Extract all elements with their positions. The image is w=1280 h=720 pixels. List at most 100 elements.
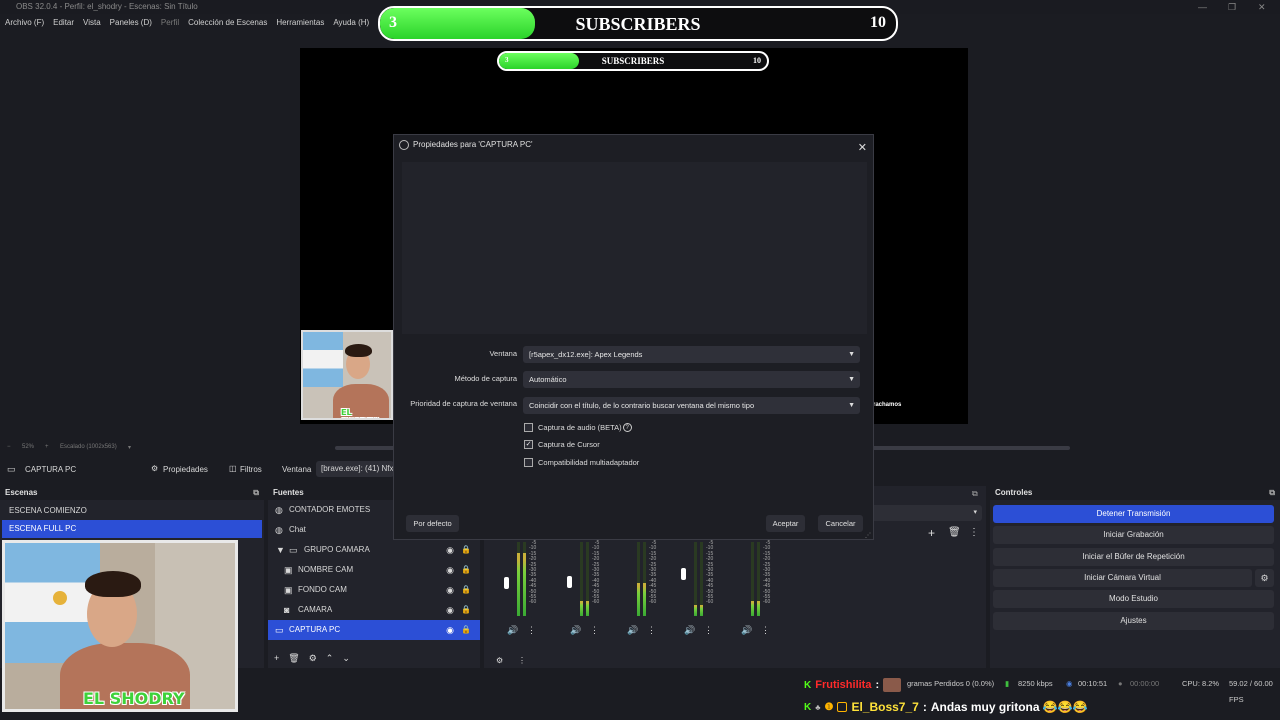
volume-fader[interactable]	[567, 576, 572, 588]
controls-title: Controles	[995, 488, 1033, 497]
camera-icon: ◙	[284, 605, 290, 615]
mixer-more-icon[interactable]: ⋮	[518, 656, 526, 665]
cursor-capture-checkbox[interactable]: ✓ Captura de Cursor	[524, 438, 600, 450]
properties-button[interactable]: Propiedades	[163, 465, 208, 474]
start-recording-button[interactable]: Iniciar Grabación	[993, 526, 1274, 544]
lock-icon[interactable]: 🔒	[461, 580, 471, 600]
subscribers-goal: 10	[870, 14, 886, 31]
window-select[interactable]: [brave.exe]: (41) Nfx -	[316, 461, 394, 477]
eye-icon[interactable]: ◉	[446, 620, 454, 640]
eye-icon[interactable]: ◉	[446, 540, 454, 560]
resize-grip-icon[interactable]: ⋰	[865, 532, 871, 539]
chevron-down-icon[interactable]: ⌄	[342, 653, 350, 664]
menu-perfil[interactable]: Perfil	[161, 16, 179, 30]
checkbox-box-checked[interactable]: ✓	[524, 439, 533, 449]
eye-icon[interactable]: ◉	[446, 600, 454, 620]
undock-icon[interactable]: ⧉	[972, 489, 978, 499]
emote-icon	[883, 678, 902, 692]
multiadapter-checkbox[interactable]: Compatibilidad multiadaptador	[524, 456, 639, 468]
add-icon[interactable]: +	[928, 526, 935, 540]
volume-fader[interactable]	[681, 568, 686, 580]
capture-method-select[interactable]: Automático ▼	[523, 371, 860, 388]
gear-icon[interactable]: ⚙	[309, 653, 317, 664]
speaker-icon[interactable]: 🔊	[741, 625, 752, 636]
chevron-down-icon: ▼	[848, 351, 855, 358]
settings-button[interactable]: Ajustes	[993, 612, 1274, 630]
eye-icon[interactable]: ◉	[446, 580, 454, 600]
trash-icon[interactable]: 🗑	[288, 653, 299, 664]
preview-subscribers-overlay: 3 SUBSCRIBERS 10	[497, 51, 769, 71]
menu-paneles[interactable]: Paneles (D)	[110, 16, 152, 30]
chevron-up-icon[interactable]: ⌃	[326, 653, 334, 664]
selected-source-name: CAPTURA PC	[25, 465, 77, 474]
subscribers-goal-overlay: 3 SUBSCRIBERS 10	[378, 6, 898, 41]
speaker-icon[interactable]: 🔊	[684, 625, 695, 636]
virtual-camera-button[interactable]: Iniciar Cámara Virtual	[993, 569, 1252, 587]
menu-ayuda[interactable]: Ayuda (H)	[333, 16, 369, 30]
zoom-out-icon[interactable]: −	[7, 444, 11, 450]
speaker-icon[interactable]: 🔊	[507, 625, 518, 636]
sun-icon	[53, 591, 67, 605]
replay-buffer-button[interactable]: Iniciar el Búfer de Repetición	[993, 548, 1274, 566]
more-icon[interactable]: ⋮	[647, 625, 656, 636]
volume-fader[interactable]	[504, 577, 509, 589]
mixer-select[interactable]: ▾	[860, 505, 982, 521]
maximize-button[interactable]: ❐	[1228, 0, 1236, 14]
stop-stream-button[interactable]: Detener Transmisión	[993, 505, 1274, 523]
scale-caret-icon[interactable]: ▾	[128, 444, 131, 451]
virtual-camera-gear-icon[interactable]: ⚙	[1255, 569, 1274, 587]
bitrate: 8250 kbps	[1018, 679, 1053, 688]
chevron-down-icon[interactable]: ▼	[276, 540, 285, 560]
undock-icon[interactable]: ⧉	[253, 486, 259, 500]
capture-method-value: Automático	[529, 375, 567, 384]
more-icon[interactable]: ⋮	[527, 625, 536, 636]
mixer-gear-icon[interactable]: ⚙	[496, 656, 503, 665]
scene-item[interactable]: ESCENA COMIENZO	[2, 502, 262, 520]
audio-capture-checkbox[interactable]: Captura de audio (BETA)?	[524, 421, 632, 433]
menu-editar[interactable]: Editar	[53, 16, 74, 30]
source-group[interactable]: ▼ ▭ GRUPO CAMARA ◉ 🔒	[268, 540, 480, 560]
more-icon[interactable]: ⋮	[704, 625, 713, 636]
add-icon[interactable]: +	[274, 653, 279, 664]
defaults-button[interactable]: Por defecto	[406, 515, 459, 532]
checkbox-label: Compatibilidad multiadaptador	[538, 457, 640, 467]
source-item[interactable]: ◙ CAMARA ◉ 🔒	[268, 600, 480, 620]
undock-icon[interactable]: ⧉	[1269, 486, 1275, 500]
more-icon[interactable]: ⋮	[969, 527, 979, 538]
window-priority-select[interactable]: Coincidir con el título, de lo contrario…	[523, 397, 860, 414]
filters-button[interactable]: Filtros	[240, 465, 262, 474]
eye-icon[interactable]: ◉	[446, 560, 454, 580]
cam-logo: EL SHODRY	[341, 408, 378, 418]
ok-button[interactable]: Aceptar	[766, 515, 805, 532]
minimize-button[interactable]: —	[1198, 0, 1207, 14]
menu-vista[interactable]: Vista	[83, 16, 101, 30]
help-icon[interactable]: ?	[622, 422, 632, 432]
lock-icon[interactable]: 🔒	[461, 560, 471, 580]
source-item[interactable]: ▣ FONDO CAM ◉ 🔒	[268, 580, 480, 600]
source-item[interactable]: ▣ NOMBRE CAM ◉ 🔒	[268, 560, 480, 580]
source-item-selected[interactable]: ▭ CAPTURA PC ◉ 🔒	[268, 620, 480, 640]
folder-icon: ▭	[289, 545, 298, 555]
scene-item-selected[interactable]: ESCENA FULL PC	[2, 520, 262, 538]
trash-icon[interactable]: 🗑	[948, 527, 961, 538]
menu-coleccion-escenas[interactable]: Colección de Escenas	[188, 16, 267, 30]
chat-message: Andas muy gritona 😂😂😂	[930, 700, 1088, 714]
more-icon[interactable]: ⋮	[590, 625, 599, 636]
checkbox-box[interactable]	[524, 457, 533, 467]
zoom-in-icon[interactable]: +	[45, 444, 49, 450]
cancel-button[interactable]: Cancelar	[818, 515, 863, 532]
speaker-icon[interactable]: 🔊	[570, 625, 581, 636]
menu-archivo[interactable]: Archivo (F)	[5, 16, 44, 30]
lock-icon[interactable]: 🔒	[461, 600, 471, 620]
studio-mode-button[interactable]: Modo Estudio	[993, 590, 1274, 608]
close-icon[interactable]: ✕	[858, 138, 867, 158]
checkbox-box[interactable]	[524, 422, 533, 432]
lock-icon[interactable]: 🔒	[461, 620, 471, 640]
speaker-icon[interactable]: 🔊	[627, 625, 638, 636]
window-select[interactable]: [r5apex_dx12.exe]: Apex Legends ▼	[523, 346, 860, 363]
menu-herramientas[interactable]: Herramientas	[276, 16, 324, 30]
preview-subscribers-goal: 10	[753, 56, 761, 65]
more-icon[interactable]: ⋮	[761, 625, 770, 636]
lock-icon[interactable]: 🔒	[461, 540, 471, 560]
close-window-button[interactable]: ✕	[1258, 0, 1266, 14]
